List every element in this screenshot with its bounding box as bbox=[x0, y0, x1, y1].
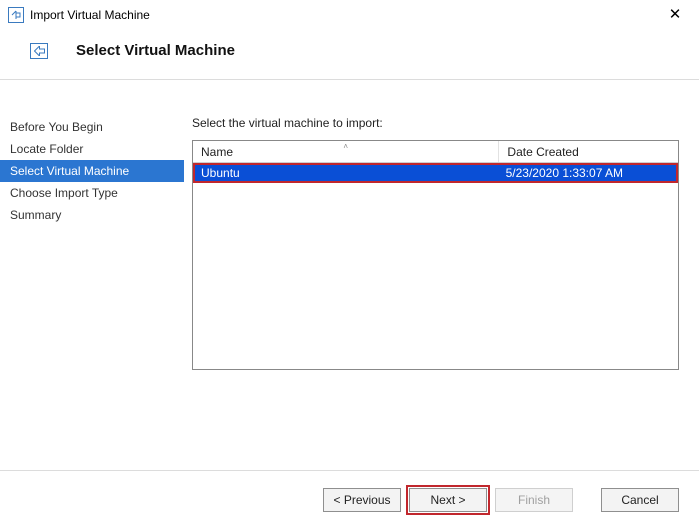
next-button[interactable]: Next > bbox=[409, 488, 487, 512]
column-date-label: Date Created bbox=[507, 145, 578, 159]
previous-button[interactable]: < Previous bbox=[323, 488, 401, 512]
close-button[interactable]: ✕ bbox=[655, 0, 695, 30]
column-name-label: Name bbox=[201, 145, 233, 159]
vm-table: Name ˄ Date Created Ubuntu 5/23/2020 1:3… bbox=[192, 140, 679, 370]
title-bar: Import Virtual Machine ✕ bbox=[0, 0, 699, 30]
step-locate-folder[interactable]: Locate Folder bbox=[0, 138, 184, 160]
step-select-virtual-machine[interactable]: Select Virtual Machine bbox=[0, 160, 184, 182]
cell-name: Ubuntu bbox=[195, 165, 500, 181]
column-date-created[interactable]: Date Created bbox=[499, 141, 678, 162]
step-before-you-begin[interactable]: Before You Begin bbox=[0, 116, 184, 138]
table-header: Name ˄ Date Created bbox=[193, 141, 678, 163]
wizard-body: Before You Begin Locate Folder Select Vi… bbox=[0, 106, 699, 470]
window-title: Import Virtual Machine bbox=[30, 8, 655, 22]
step-summary[interactable]: Summary bbox=[0, 204, 184, 226]
table-row[interactable]: Ubuntu 5/23/2020 1:33:07 AM bbox=[193, 163, 678, 183]
instruction-text: Select the virtual machine to import: bbox=[192, 116, 679, 130]
wizard-header: Select Virtual Machine bbox=[0, 30, 699, 80]
wizard-steps: Before You Begin Locate Folder Select Vi… bbox=[0, 106, 184, 470]
cancel-button[interactable]: Cancel bbox=[601, 488, 679, 512]
step-choose-import-type[interactable]: Choose Import Type bbox=[0, 182, 184, 204]
wizard-content: Select the virtual machine to import: Na… bbox=[184, 106, 699, 470]
import-icon bbox=[30, 43, 48, 59]
sort-asc-icon: ˄ bbox=[343, 142, 348, 151]
wizard-footer: < Previous Next > Finish Cancel bbox=[0, 470, 699, 528]
page-title: Select Virtual Machine bbox=[76, 42, 235, 59]
column-name[interactable]: Name ˄ bbox=[193, 141, 499, 162]
cell-date-created: 5/23/2020 1:33:07 AM bbox=[500, 165, 676, 181]
finish-button: Finish bbox=[495, 488, 573, 512]
app-icon bbox=[8, 7, 24, 23]
